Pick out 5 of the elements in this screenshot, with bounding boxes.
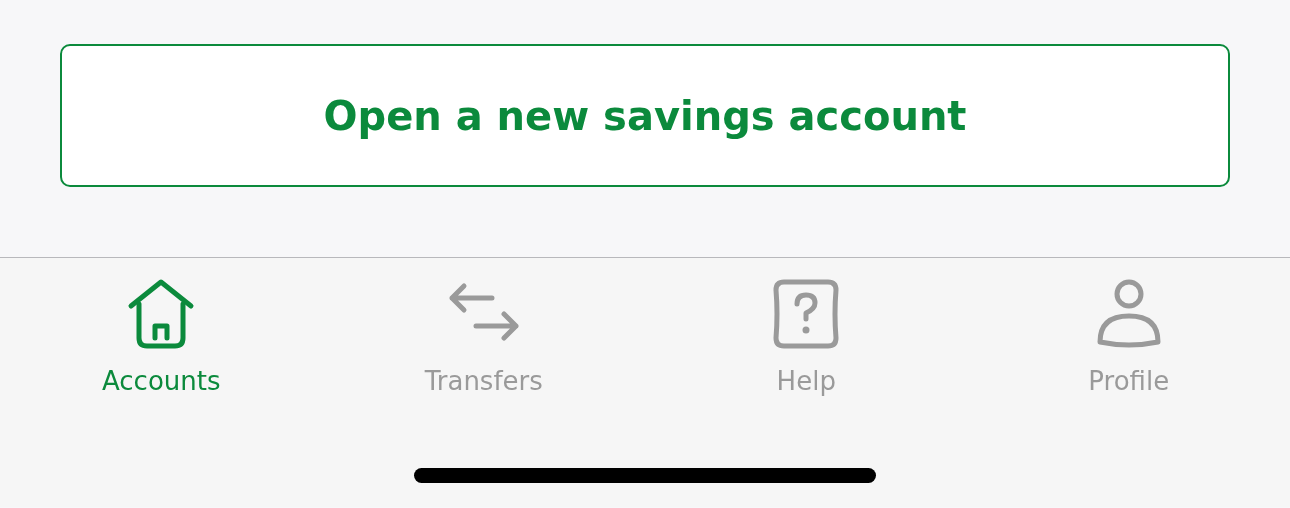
tab[interactable]: Help (645, 276, 968, 396)
tab[interactable]: Profile (967, 276, 1290, 396)
tab[interactable]: Accounts (0, 276, 323, 396)
open-account-button[interactable]: Open a new savings account (60, 44, 1230, 187)
tab[interactable]: Transfers (322, 276, 645, 396)
